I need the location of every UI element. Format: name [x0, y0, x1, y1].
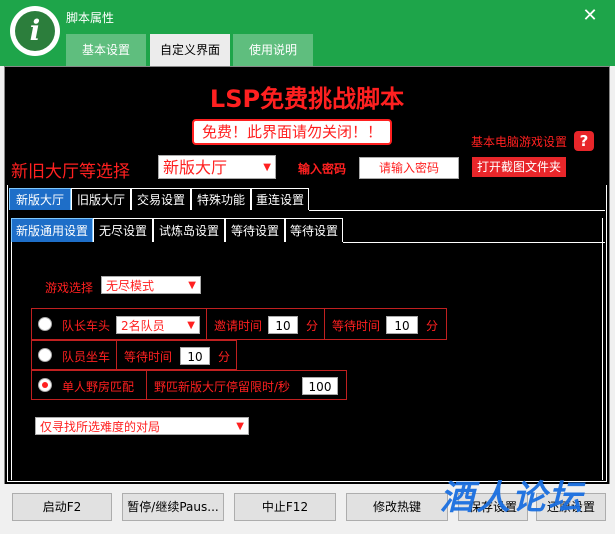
info-icon: i: [15, 11, 55, 51]
solo-radio[interactable]: [38, 378, 52, 392]
divider: [146, 371, 147, 399]
pause-resume-button[interactable]: 暂停/继续Paus...: [122, 493, 224, 521]
tab-trade-settings[interactable]: 交易设置: [131, 188, 191, 210]
invite-time-unit: 分: [306, 319, 319, 333]
tab-old-hall[interactable]: 旧版大厅: [71, 188, 131, 210]
script-title: LSP免费挑战脚本: [209, 85, 405, 113]
tab-strip-divider-2: [343, 242, 605, 243]
tab-strip-divider: [309, 210, 605, 211]
title-bar: i 脚本属性 ✕ 基本设置 自定义界面 使用说明: [0, 0, 615, 66]
leader-option-group: 队长车头 2名队员 ▼ 邀请时间 10 分 等待时间 10 分: [31, 308, 447, 340]
tab-special-functions[interactable]: 特殊功能: [191, 188, 251, 210]
member-wait-input[interactable]: 10: [180, 347, 210, 365]
tab-new-general-settings[interactable]: 新版通用设置: [11, 218, 93, 242]
divider: [206, 309, 207, 339]
password-input[interactable]: 请输入密码: [359, 157, 459, 179]
member-wait-unit: 分: [218, 350, 231, 364]
leader-label: 队长车头: [62, 319, 111, 333]
difficulty-filter-select[interactable]: 仅寻找所选难度的对局 ▼: [35, 417, 249, 435]
member-option-group: 队员坐车 等待时间 10 分: [31, 340, 237, 370]
dropdown-arrow-icon: ▼: [263, 162, 271, 173]
help-icon[interactable]: ?: [574, 131, 594, 151]
invite-time-input[interactable]: 10: [268, 316, 298, 334]
window-title: 脚本属性: [66, 11, 115, 25]
close-icon[interactable]: ✕: [580, 6, 600, 26]
start-button[interactable]: 启动F2: [12, 493, 112, 521]
tab-instructions[interactable]: 使用说明: [233, 34, 313, 66]
notice-banner: 免费！此界面请勿关闭！！: [192, 119, 392, 145]
solo-option-group: 单人野房匹配 野匹新版大厅停留限时/秒 100: [31, 370, 347, 400]
member-wait-label: 等待时间: [124, 350, 173, 364]
dropdown-arrow-icon: ▼: [187, 320, 195, 331]
radio-selected-dot: [42, 382, 48, 388]
dropdown-arrow-icon: ▼: [236, 421, 244, 432]
tab-basic-settings[interactable]: 基本设置: [66, 34, 146, 66]
party-size-select[interactable]: 2名队员 ▼: [116, 316, 200, 334]
member-label: 队员坐车: [62, 350, 111, 364]
tab-wait-settings-2[interactable]: 等待设置: [285, 218, 343, 242]
tab-custom-ui[interactable]: 自定义界面: [150, 34, 230, 66]
hall-select-value: 新版大厅: [163, 158, 228, 177]
custom-ui-panel: LSP免费挑战脚本 免费！此界面请勿关闭！！ 基本电脑游戏设置 ? 新旧大厅等选…: [4, 66, 610, 486]
solo-limit-input[interactable]: 100: [302, 377, 338, 395]
app-logo: i: [10, 6, 60, 56]
divider: [116, 341, 117, 369]
solo-limit-label: 野匹新版大厅停留限时/秒: [154, 380, 291, 394]
game-mode-select[interactable]: 无尽模式 ▼: [101, 276, 201, 294]
tab-wait-settings-1[interactable]: 等待设置: [225, 218, 285, 242]
invite-time-label: 邀请时间: [214, 319, 263, 333]
solo-label: 单人野房匹配: [62, 380, 135, 394]
basic-settings-link[interactable]: 基本电脑游戏设置: [471, 133, 567, 150]
leader-wait-input[interactable]: 10: [386, 316, 418, 334]
leader-radio[interactable]: [38, 317, 52, 331]
hall-select[interactable]: 新版大厅 ▼: [158, 155, 276, 179]
forum-watermark: 酒人论坛: [440, 478, 584, 518]
tab-trial-island-settings[interactable]: 试炼岛设置: [153, 218, 225, 242]
party-size-value: 2名队员: [121, 319, 165, 333]
leader-wait-label: 等待时间: [332, 319, 381, 333]
divider: [324, 309, 325, 339]
password-label: 输入密码: [298, 162, 347, 176]
open-screenshot-folder-button[interactable]: 打开截图文件夹: [472, 157, 566, 177]
tab-reconnect-settings[interactable]: 重连设置: [251, 188, 309, 210]
game-select-label: 游戏选择: [45, 281, 94, 295]
game-mode-value: 无尽模式: [106, 279, 155, 293]
tab-endless-settings[interactable]: 无尽设置: [93, 218, 153, 242]
difficulty-filter-value: 仅寻找所选难度的对局: [40, 420, 161, 434]
edit-hotkeys-button[interactable]: 修改热键: [346, 493, 448, 521]
tab-new-hall[interactable]: 新版大厅: [9, 188, 71, 210]
stop-button[interactable]: 中止F12: [234, 493, 336, 521]
hall-select-label: 新旧大厅等选择: [11, 162, 130, 182]
member-radio[interactable]: [38, 348, 52, 362]
leader-wait-unit: 分: [426, 319, 439, 333]
dropdown-arrow-icon: ▼: [188, 280, 196, 291]
